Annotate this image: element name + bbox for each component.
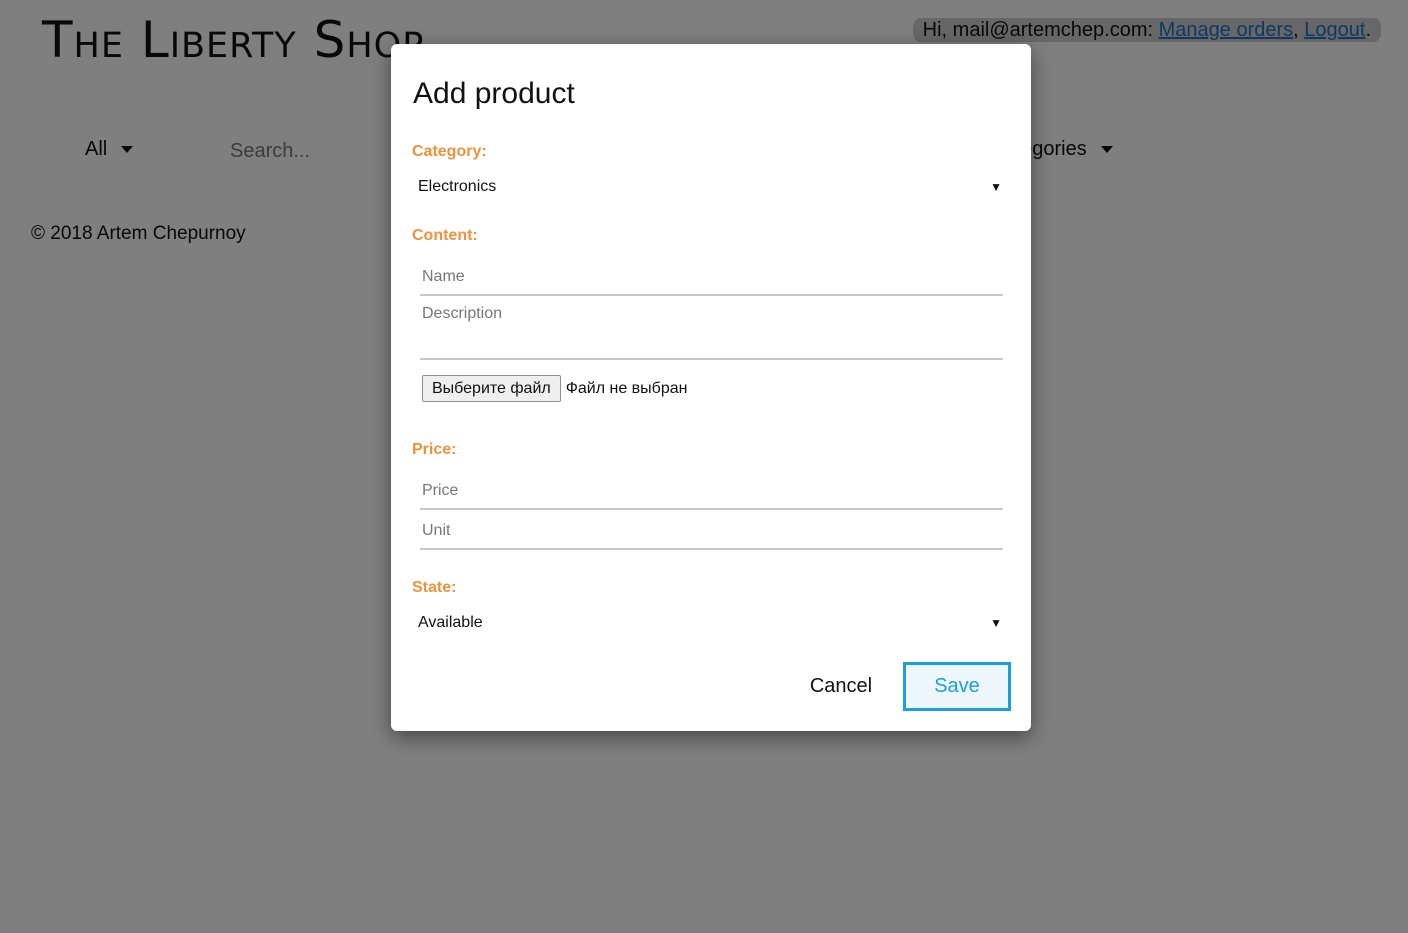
category-selected-value: Electronics [418,178,497,195]
name-input[interactable] [420,260,1003,296]
category-label: Category: [412,143,487,160]
state-select[interactable]: Available ▼ [418,609,1002,637]
state-selected-value: Available [418,614,483,631]
price-label: Price: [412,441,457,458]
add-product-dialog: Add product Category: Electronics ▼ Cont… [391,44,1031,731]
state-label: State: [412,579,457,596]
cancel-button[interactable]: Cancel [798,668,884,704]
content-label: Content: [412,227,478,244]
choose-file-button[interactable]: Выберите файл [422,375,561,402]
price-input[interactable] [420,474,1003,510]
file-status-text: Файл не выбран [565,379,688,397]
dropdown-arrow-icon: ▼ [990,616,1002,630]
save-button[interactable]: Save [903,662,1011,711]
dialog-title: Add product [413,77,575,110]
description-input[interactable] [420,300,1003,360]
dropdown-arrow-icon: ▼ [990,180,1002,194]
file-picker: Выберите файл Файл не выбран [422,375,687,402]
category-select[interactable]: Electronics ▼ [418,173,1002,201]
unit-input[interactable] [420,514,1003,550]
